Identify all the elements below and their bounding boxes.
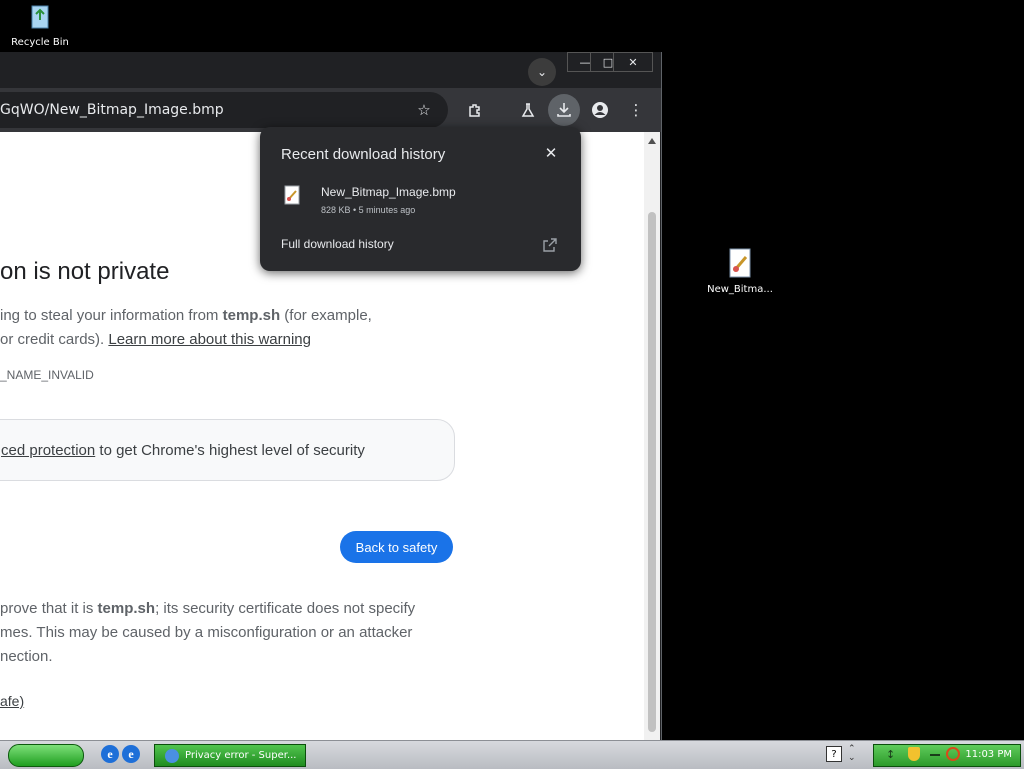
search-icon[interactable] xyxy=(946,747,960,761)
profile-icon xyxy=(592,102,608,118)
taskbar-item-browser[interactable]: Privacy error - Super... xyxy=(154,744,306,767)
menu-button[interactable]: ⋮ xyxy=(620,94,652,126)
open-in-new-icon[interactable] xyxy=(542,237,558,253)
browser-toolbar: GqWO/New_Bitmap_Image.bmp ☆ ⋮ xyxy=(0,88,661,132)
browser-titlebar: ⌄ — □ ✕ xyxy=(0,52,661,88)
scroll-up-arrow-icon[interactable] xyxy=(648,138,656,144)
promo-description: to get Chrome's highest level of securit… xyxy=(95,442,365,459)
page-title: on is not private xyxy=(0,258,170,285)
warning-paragraph-line2: or credit cards). Learn more about this … xyxy=(0,331,311,348)
details-domain: temp.sh xyxy=(97,600,156,617)
start-button[interactable] xyxy=(8,744,84,767)
warning-domain: temp.sh xyxy=(222,307,281,324)
recycle-bin-icon xyxy=(31,5,49,29)
maximize-icon: □ xyxy=(602,55,614,69)
popup-title: Recent download history xyxy=(281,146,446,163)
warning-text: ing to steal your information from xyxy=(0,307,223,324)
proceed-link[interactable]: afe) xyxy=(0,693,24,709)
bitmap-file-icon xyxy=(284,185,300,205)
learn-more-link[interactable]: Learn more about this warning xyxy=(108,331,311,348)
download-item[interactable]: New_Bitmap_Image.bmp 828 KB • 5 minutes … xyxy=(276,179,566,221)
close-popup-button[interactable]: ✕ xyxy=(541,143,561,163)
security-shield-icon[interactable] xyxy=(908,747,920,761)
bitmap-file-desktop-icon[interactable]: New_Bitma... xyxy=(700,247,780,295)
recycle-bin-label: Recycle Bin xyxy=(11,37,69,48)
taskbar: e e Privacy error - Super... ? ⌃ ⌄ ↕ 11:0… xyxy=(0,740,1024,769)
bookmark-star-button[interactable]: ☆ xyxy=(408,94,440,126)
help-icon[interactable]: ? xyxy=(826,746,842,762)
page-scrollbar[interactable] xyxy=(644,132,660,740)
minimize-icon: — xyxy=(579,55,591,69)
error-code: _NAME_INVALID xyxy=(0,368,94,382)
flask-icon xyxy=(521,103,535,117)
proceed-link-text[interactable]: afe) xyxy=(0,693,24,709)
bitmap-image-icon xyxy=(729,248,751,278)
details-line2: mes. This may be caused by a misconfigur… xyxy=(0,624,413,641)
warning-paragraph-line1: ing to steal your information from temp.… xyxy=(0,307,372,324)
network-icon[interactable]: ↕ xyxy=(886,748,895,761)
recycle-bin-desktop-icon[interactable]: Recycle Bin xyxy=(0,0,80,48)
profile-button[interactable] xyxy=(584,94,616,126)
browser-task-icon xyxy=(165,748,179,763)
downloads-button[interactable] xyxy=(548,94,580,126)
star-icon: ☆ xyxy=(417,101,431,119)
full-download-history-link[interactable]: Full download history xyxy=(281,237,394,251)
back-to-safety-button[interactable]: Back to safety xyxy=(340,531,453,563)
warning-text-tail: (for example, xyxy=(280,307,372,324)
url-text[interactable]: GqWO/New_Bitmap_Image.bmp xyxy=(0,102,224,118)
download-file-name: New_Bitmap_Image.bmp xyxy=(321,185,456,199)
bitmap-file-label: New_Bitma... xyxy=(707,284,773,295)
details-line1: prove that it is temp.sh; its security c… xyxy=(0,600,415,617)
close-icon: ✕ xyxy=(544,145,558,162)
details-text-tail: ; its security certificate does not spec… xyxy=(155,600,416,617)
taskbar-item-label: Privacy error - Super... xyxy=(185,750,297,761)
details-line3: nection. xyxy=(0,648,53,665)
system-tray: ↕ 11:03 PM xyxy=(873,744,1021,767)
chevron-down-icon: ⌄ xyxy=(536,65,548,79)
details-text: prove that it is xyxy=(0,600,98,617)
close-icon: ✕ xyxy=(628,55,638,69)
more-vert-icon: ⋮ xyxy=(628,101,644,119)
tab-search-button[interactable]: ⌄ xyxy=(528,58,556,86)
extensions-button[interactable] xyxy=(459,94,491,126)
download-icon xyxy=(557,103,571,117)
volume-icon[interactable] xyxy=(930,754,940,756)
internet-explorer-quicklaunch-icon[interactable]: e xyxy=(101,745,119,763)
enhanced-protection-promo: ced protection to get Chrome's highest l… xyxy=(0,419,455,481)
scrollbar-thumb[interactable] xyxy=(648,212,656,732)
labs-button[interactable] xyxy=(512,94,544,126)
address-bar[interactable]: GqWO/New_Bitmap_Image.bmp ☆ xyxy=(0,92,448,128)
download-file-meta: 828 KB • 5 minutes ago xyxy=(321,205,416,215)
enhanced-protection-link[interactable]: ced protection xyxy=(1,442,95,459)
warning-text-2: or credit cards). xyxy=(0,331,109,348)
clock: 11:03 PM xyxy=(965,749,1012,760)
tray-expand-icon[interactable]: ⌃ ⌄ xyxy=(848,745,856,763)
close-window-button[interactable]: ✕ xyxy=(613,52,653,72)
puzzle-icon xyxy=(469,104,480,117)
browser-quicklaunch-icon[interactable]: e xyxy=(122,745,140,763)
download-history-popup: Recent download history ✕ New_Bitmap_Ima… xyxy=(260,127,581,271)
promo-text: ced protection to get Chrome's highest l… xyxy=(1,442,365,459)
